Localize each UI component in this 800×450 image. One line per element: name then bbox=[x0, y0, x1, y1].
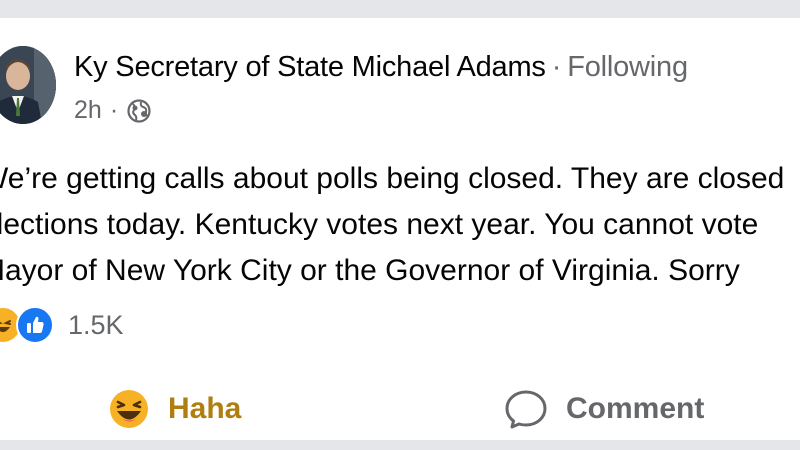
header-separator: · bbox=[551, 51, 562, 83]
like-reaction-icon bbox=[16, 306, 54, 344]
post-card: Ky Secretary of State Michael Adams · Foll… bbox=[0, 18, 800, 440]
author-avatar[interactable] bbox=[0, 46, 56, 124]
post-timestamp[interactable]: 2h bbox=[74, 96, 102, 125]
reactions-summary[interactable]: 1.5K bbox=[0, 306, 124, 344]
meta-separator: · bbox=[109, 96, 119, 124]
reaction-count[interactable]: 1.5K bbox=[68, 310, 124, 341]
comment-button[interactable]: Comment bbox=[504, 388, 704, 430]
haha-react-button[interactable]: Haha bbox=[108, 388, 241, 430]
post-header: Ky Secretary of State Michael Adams · Foll… bbox=[74, 51, 688, 84]
post-text-line: elections today. Kentucky votes next yea… bbox=[0, 208, 759, 241]
haha-emoji-icon bbox=[108, 388, 150, 430]
follow-status-button[interactable]: Following bbox=[567, 51, 688, 83]
post-text-line: We’re getting calls about polls being cl… bbox=[0, 162, 785, 195]
post-meta: 2h · bbox=[74, 96, 152, 125]
haha-label: Haha bbox=[168, 392, 242, 425]
globe-icon bbox=[126, 98, 152, 124]
post-text: We’re getting calls about polls being cl… bbox=[0, 156, 800, 294]
profile-photo-icon bbox=[0, 46, 56, 124]
author-name[interactable]: Ky Secretary of State Michael Adams bbox=[74, 51, 546, 83]
post-actions: Haha Comment bbox=[0, 358, 800, 440]
comment-label: Comment bbox=[566, 392, 705, 425]
comment-bubble-icon bbox=[504, 388, 548, 430]
post-text-line: Mayor of New York City or the Governor o… bbox=[0, 254, 740, 287]
